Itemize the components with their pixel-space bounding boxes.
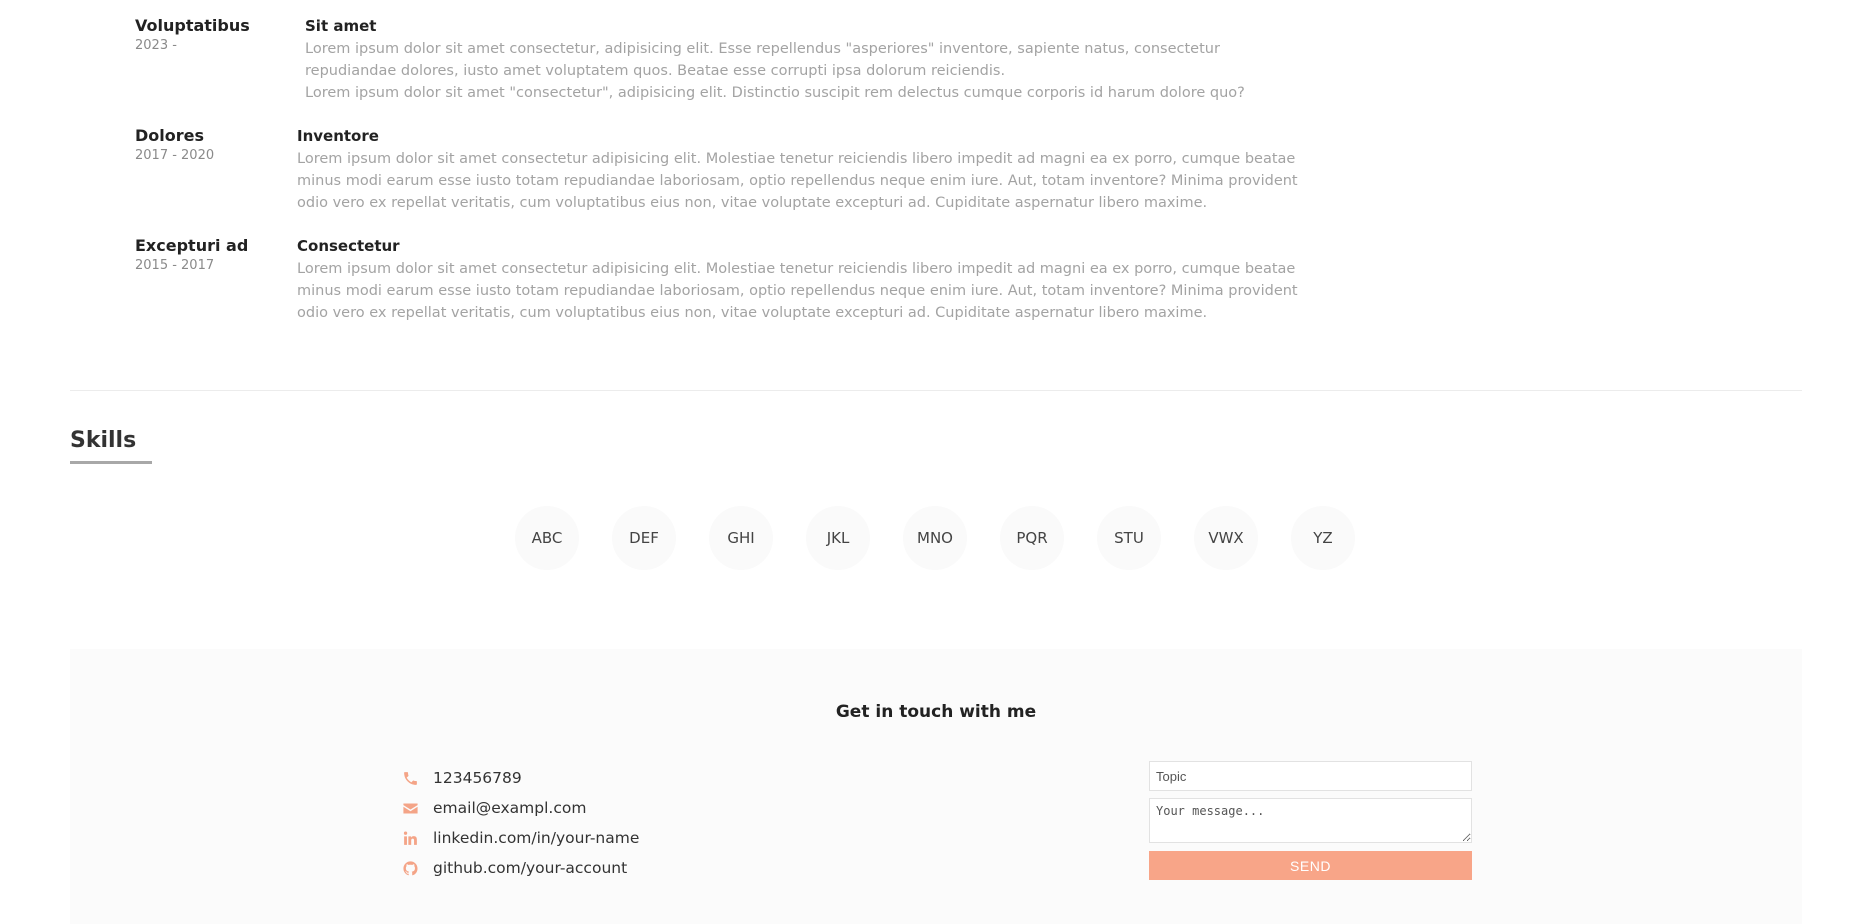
experience-detail: Inventore Lorem ipsum dolor sit amet con…: [297, 126, 1307, 214]
experience-role: Inventore: [297, 127, 379, 145]
experience-period: Dolores 2017 - 2020: [135, 126, 214, 165]
period-years: 2017 - 2020: [135, 148, 215, 163]
skill-badge: STU: [1097, 506, 1161, 570]
envelope-icon: [400, 798, 420, 818]
contact-form: SEND: [1149, 761, 1472, 880]
skill-badge: MNO: [903, 506, 967, 570]
experience-role: Consectetur: [297, 237, 400, 255]
experience-description: Lorem ipsum dolor sit amet consectetur a…: [297, 151, 1298, 211]
linkedin-icon: [400, 828, 420, 848]
period-name: Excepturi ad: [135, 236, 249, 255]
period-name: Dolores: [135, 126, 205, 145]
contact-github: github.com/your-account: [400, 853, 639, 883]
github-link[interactable]: github.com/your-account: [433, 859, 627, 877]
skills-heading: Skills: [70, 428, 137, 453]
heading-underline: [70, 461, 152, 464]
topic-input[interactable]: [1149, 761, 1472, 791]
linkedin-link[interactable]: linkedin.com/in/your-name: [433, 829, 639, 847]
period-years: 2015 - 2017: [135, 258, 215, 273]
experience-description: Lorem ipsum dolor sit amet "consectetur"…: [305, 85, 1245, 101]
skill-badge: PQR: [1000, 506, 1064, 570]
email-link[interactable]: email@exampl.com: [433, 799, 586, 817]
skill-badge: ABC: [515, 506, 579, 570]
contact-phone: 123456789: [400, 763, 639, 793]
skill-badge: JKL: [806, 506, 870, 570]
page: Voluptatibus 2023 - Sit amet Lorem ipsum…: [0, 0, 1871, 924]
section-divider: [70, 390, 1802, 391]
experience-period: Excepturi ad 2015 - 2017: [135, 236, 248, 275]
period-years: 2023 -: [135, 38, 177, 53]
experience-description: Lorem ipsum dolor sit amet consectetur a…: [297, 261, 1298, 321]
experience-period: Voluptatibus 2023 -: [135, 16, 250, 55]
message-textarea[interactable]: [1149, 798, 1472, 843]
period-name: Voluptatibus: [135, 16, 250, 35]
contact-list: 123456789 email@exampl.com linkedin.com/…: [400, 763, 639, 883]
contact-section: Get in touch with me 123456789 email@exa…: [70, 649, 1802, 924]
phone-number: 123456789: [433, 769, 522, 787]
skill-badge: DEF: [612, 506, 676, 570]
experience-detail: Consectetur Lorem ipsum dolor sit amet c…: [297, 236, 1307, 324]
experience-detail: Sit amet Lorem ipsum dolor sit amet cons…: [305, 16, 1315, 104]
skill-badge: GHI: [709, 506, 773, 570]
phone-icon: [400, 768, 420, 788]
skill-badge: YZ: [1291, 506, 1355, 570]
github-icon: [400, 858, 420, 878]
experience-description: Lorem ipsum dolor sit amet consectetur, …: [305, 41, 1220, 79]
experience-role: Sit amet: [305, 17, 377, 35]
contact-heading: Get in touch with me: [835, 702, 1037, 722]
contact-linkedin: linkedin.com/in/your-name: [400, 823, 639, 853]
send-button[interactable]: SEND: [1149, 851, 1472, 880]
skill-badge: VWX: [1194, 506, 1258, 570]
contact-email: email@exampl.com: [400, 793, 639, 823]
skills-list: ABC DEF GHI JKL MNO PQR STU VWX YZ: [515, 506, 1355, 570]
